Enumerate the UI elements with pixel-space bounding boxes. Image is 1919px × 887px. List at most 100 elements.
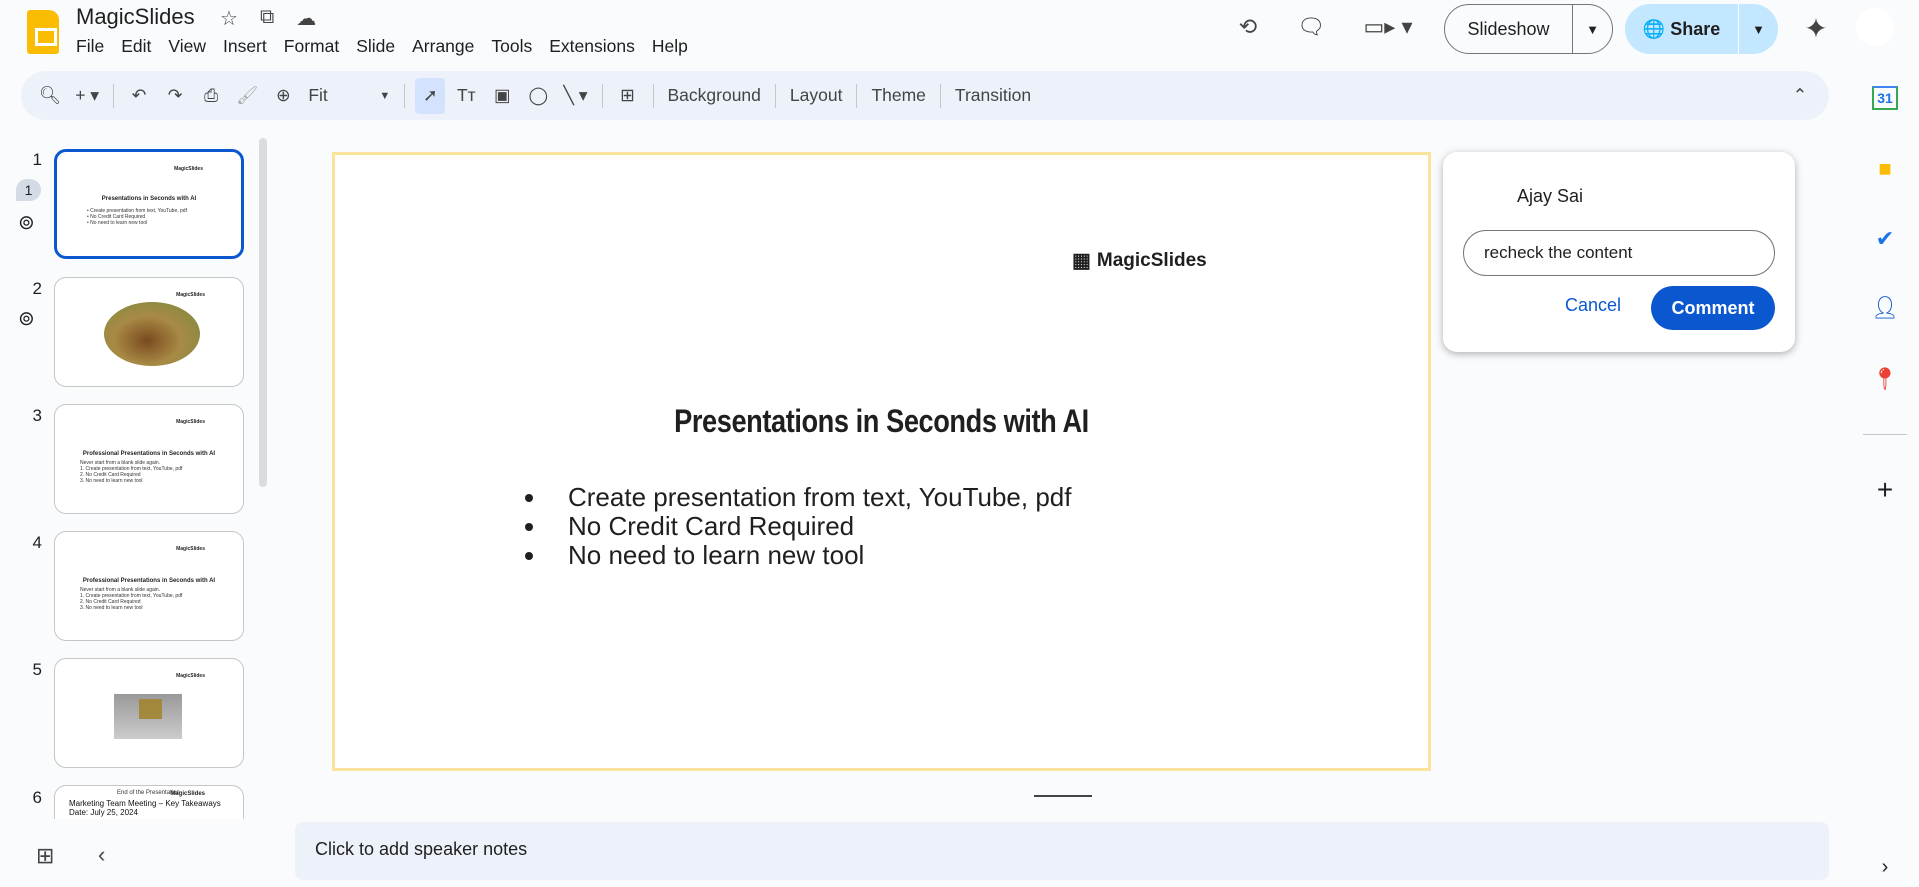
divider: [404, 83, 406, 108]
link-icon: ⊚: [18, 308, 35, 330]
version-history-icon[interactable]: ⟲: [1228, 7, 1268, 47]
slide-bullets[interactable]: Create presentation from text, YouTube, …: [525, 483, 1071, 570]
menu-view[interactable]: View: [168, 36, 206, 57]
shape-icon[interactable]: ◯: [523, 78, 553, 114]
account-avatar[interactable]: [1856, 8, 1894, 46]
zoom-value: Fit: [308, 85, 328, 105]
thumb-text: • Create presentation from text, YouTube…: [87, 208, 187, 226]
thumb-title: Professional Presentations in Seconds wi…: [82, 451, 216, 457]
slide-thumbnail-6[interactable]: MagicSlides End of the Presentation Mark…: [54, 785, 244, 819]
globe-icon: 🌐: [1642, 18, 1666, 39]
thumb-text: Never start from a blank slide again. 1. …: [80, 460, 183, 484]
slide-thumbnail-2[interactable]: MagicSlides: [54, 277, 244, 387]
slide-canvas[interactable]: ▦ MagicSlides Presentations in Seconds wi…: [332, 152, 1431, 771]
gemini-icon[interactable]: ✦: [1796, 8, 1836, 48]
image-icon[interactable]: ▣: [487, 78, 517, 114]
comment-author: Ajay Sai: [1517, 186, 1584, 206]
menu-extensions[interactable]: Extensions: [549, 36, 635, 57]
presentation-logo-icon: ▦: [1072, 250, 1091, 272]
text-box-icon[interactable]: Tт: [451, 78, 481, 114]
slide-thumbnail-5[interactable]: MagicSlides: [54, 658, 244, 768]
thumb-title: Professional Presentations in Seconds wi…: [82, 578, 216, 584]
tasks-icon[interactable]: ✔: [1865, 219, 1905, 259]
print-icon[interactable]: ⎙: [196, 78, 226, 114]
comment-input[interactable]: recheck the content: [1463, 230, 1775, 276]
layout-button[interactable]: Layout: [786, 78, 847, 114]
bullet-item: No need to learn new tool: [525, 541, 1071, 570]
divider: [601, 83, 603, 108]
slide-thumbnail-1[interactable]: MagicSlides Presentations in Seconds wit…: [54, 149, 244, 259]
slide-title[interactable]: Presentations in Seconds with AI: [417, 403, 1346, 440]
thumb-logo: MagicSlides: [176, 419, 205, 425]
notes-resize-handle[interactable]: [1034, 795, 1092, 797]
slideshow-button[interactable]: Slideshow ▼: [1444, 4, 1613, 54]
comment-submit-button[interactable]: Comment: [1651, 286, 1775, 330]
calendar-icon[interactable]: 31: [1865, 78, 1905, 118]
maps-icon[interactable]: 📍︎: [1865, 359, 1905, 399]
divider: [774, 83, 776, 108]
cancel-button[interactable]: Cancel: [1565, 295, 1621, 316]
share-dropdown-icon[interactable]: ▼: [1738, 4, 1778, 54]
thumb-logo: MagicSlides: [174, 166, 203, 172]
menu-file[interactable]: File: [76, 36, 104, 57]
comment-card: Ajay Sai recheck the content Cancel Comm…: [1443, 152, 1795, 352]
slide-thumbnail-3[interactable]: MagicSlides Professional Presentations i…: [54, 404, 244, 514]
grid-view-icon[interactable]: ⊞: [36, 843, 54, 869]
thumb-logo: MagicSlides: [176, 546, 205, 552]
contacts-icon[interactable]: 👤︎: [1865, 288, 1905, 328]
slide-number: 4: [32, 533, 42, 552]
paint-format-icon[interactable]: 🖌︎: [232, 78, 262, 114]
collapse-filmstrip-icon[interactable]: ‹: [98, 842, 105, 868]
slides-logo[interactable]: [27, 10, 59, 54]
filmstrip-scrollbar[interactable]: [259, 138, 267, 487]
zoom-icon[interactable]: ⊕: [268, 78, 298, 114]
thumb-title: End of the Presentation: [117, 790, 180, 796]
transition-button[interactable]: Transition: [951, 78, 1035, 114]
menu-arrange[interactable]: Arrange: [412, 36, 474, 57]
theme-button[interactable]: Theme: [867, 78, 929, 114]
slide-number: 3: [32, 406, 42, 425]
cloud-status-icon[interactable]: ☁: [296, 6, 316, 31]
add-comment-icon[interactable]: ⊞: [613, 78, 643, 114]
menu-slide[interactable]: Slide: [356, 36, 395, 57]
menu-format[interactable]: Format: [284, 36, 339, 57]
bullet-item: Create presentation from text, YouTube, …: [525, 483, 1071, 512]
menu-insert[interactable]: Insert: [223, 36, 267, 57]
undo-icon[interactable]: ↶: [124, 78, 154, 114]
speaker-notes[interactable]: Click to add speaker notes: [295, 822, 1829, 880]
move-folder-icon[interactable]: ⧉: [260, 6, 274, 31]
menu-help[interactable]: Help: [652, 36, 688, 57]
keep-icon[interactable]: ■: [1865, 149, 1905, 189]
collapse-toolbar-icon[interactable]: ⌃: [1785, 78, 1815, 114]
share-label: Share: [1670, 18, 1721, 39]
slide-thumbnail-4[interactable]: MagicSlides Professional Presentations i…: [54, 531, 244, 641]
menu-tools[interactable]: Tools: [491, 36, 532, 57]
deer-image: [104, 302, 200, 366]
share-button[interactable]: 🌐 Share ▼: [1625, 4, 1778, 54]
redo-icon[interactable]: ↷: [160, 78, 190, 114]
slideshow-dropdown-icon[interactable]: ▼: [1572, 5, 1612, 53]
get-addons-icon[interactable]: +: [1865, 470, 1905, 510]
thumb-title: Presentations in Seconds with AI: [101, 196, 197, 202]
slide-logo: ▦ MagicSlides: [1072, 249, 1207, 273]
search-menus-icon[interactable]: 🔍︎: [35, 78, 65, 114]
divider: [652, 83, 654, 108]
slide-number: 1: [32, 150, 42, 169]
toolbar: 🔍︎ + ▾ ↶ ↷ ⎙ 🖌︎ ⊕ Fit ▼ ➚ Tт ▣ ◯ ╲ ▾ ⊞ Ba…: [21, 71, 1829, 120]
divider: [1863, 434, 1907, 435]
new-slide-icon[interactable]: + ▾: [71, 78, 103, 114]
thumb-text: Marketing Team Meeting – Key Takeaways Da…: [69, 799, 221, 817]
show-side-panel-icon[interactable]: ›: [1865, 847, 1905, 887]
line-icon[interactable]: ╲ ▾: [559, 78, 591, 114]
menu-edit[interactable]: Edit: [121, 36, 151, 57]
background-button[interactable]: Background: [664, 78, 765, 114]
select-tool-icon[interactable]: ➚: [415, 77, 446, 114]
zoom-select[interactable]: Fit ▼: [304, 78, 394, 114]
document-title[interactable]: MagicSlides: [76, 4, 195, 30]
comments-icon[interactable]: 🗨: [1291, 7, 1331, 47]
thumb-text: Never start from a blank slide again. 1. …: [80, 587, 183, 611]
meet-icon[interactable]: ▭▸ ▾: [1358, 7, 1418, 47]
star-icon[interactable]: ☆: [220, 6, 238, 31]
comment-count-badge[interactable]: 1: [16, 179, 41, 201]
slideshow-label[interactable]: Slideshow: [1445, 19, 1572, 40]
